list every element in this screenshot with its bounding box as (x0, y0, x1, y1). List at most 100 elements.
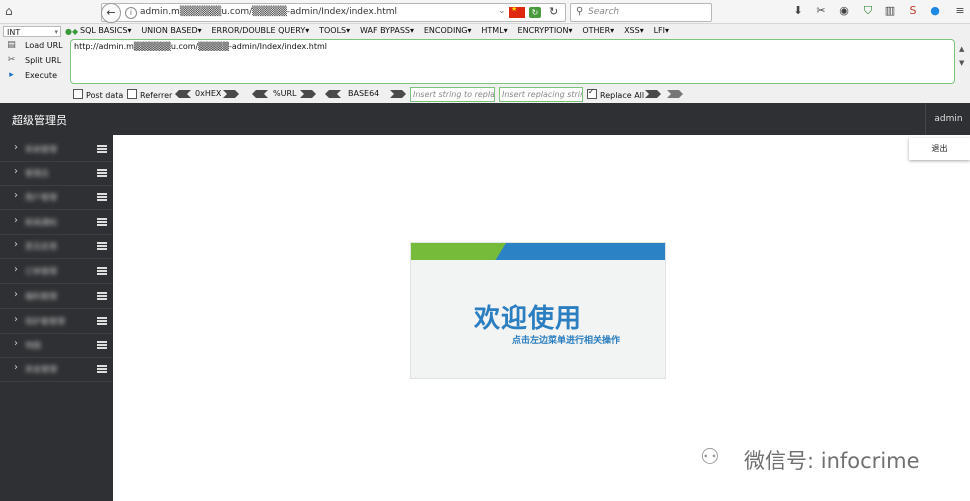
replace-input[interactable]: Insert string to replace (410, 87, 495, 102)
load-url-button[interactable]: ▤ Load URL (4, 39, 66, 54)
user-menu[interactable]: admin (925, 103, 970, 135)
replace-all-option[interactable]: Replace All (587, 87, 644, 100)
home-icon[interactable]: ⌂ (5, 4, 19, 18)
sidebar-item[interactable]: › 福利管理 (0, 284, 113, 309)
replace-all-checkbox[interactable] (587, 87, 597, 99)
list-icon (97, 218, 107, 226)
split-url-button[interactable]: ✂ Split URL (4, 54, 66, 69)
account-icon[interactable]: ● (929, 5, 941, 17)
arrow-up-icon[interactable]: ▲ (959, 42, 969, 56)
split-icon: ✂ (7, 55, 16, 65)
china-flag-icon (509, 5, 525, 18)
search-placeholder[interactable]: Search (588, 7, 619, 17)
chevron-right-icon: › (14, 338, 18, 349)
welcome-title: 欢迎使用 (474, 304, 583, 334)
replace-back-arrow-icon[interactable] (667, 90, 683, 98)
sidebar-item[interactable]: › 地图 (0, 333, 113, 358)
hackbar-options: Post data Referrer 0xHEX %URL BASE64 Ins… (71, 87, 970, 102)
sidebar-item[interactable]: › 订单管理 (0, 259, 113, 284)
sidebar-item[interactable]: › 资金管理 (0, 357, 113, 382)
navigation-toolbar: ⌂ ← i admin.m▒▒▒▒▒▒u.com/▒▒▒▒▒-admin/Ind… (0, 0, 970, 24)
url-textarea[interactable]: http://admin.m▒▒▒▒▒▒u.com/▒▒▒▒▒-admin/In… (70, 39, 955, 84)
list-icon (97, 193, 107, 201)
menu-xss[interactable]: XSS▾ (624, 26, 644, 35)
url-decode-arrow-icon[interactable] (252, 90, 268, 98)
mask-icon[interactable]: ◉ (838, 5, 850, 17)
menu-union-based[interactable]: UNION BASED▾ (141, 26, 201, 35)
s-extension-icon[interactable]: S (907, 5, 919, 17)
url-encode-arrow-icon[interactable] (300, 90, 316, 98)
sidebar-item[interactable]: › 意见反馈 (0, 234, 113, 259)
hex-label: 0xHEX (195, 89, 222, 98)
list-icon (97, 292, 107, 300)
chevron-right-icon: › (14, 190, 18, 201)
replace-arrow-icon[interactable] (645, 90, 661, 98)
sidebar-item[interactable]: › 用户管理 (0, 185, 113, 210)
logout-button[interactable]: 退出 (909, 138, 970, 160)
url-dropdown-icon[interactable]: ⌄ (498, 6, 506, 16)
hex-decode-arrow-icon[interactable] (175, 90, 191, 98)
shield-icon[interactable]: ⛉ (862, 5, 874, 17)
sidebar-item-label: 用户管理 (25, 193, 57, 202)
menu-other[interactable]: OTHER▾ (582, 26, 614, 35)
hackbar-panel: INT ▾ ●◆ SQL BASICS▾ UNION BASED▾ ERROR/… (0, 24, 970, 103)
menu-error-double-query[interactable]: ERROR/DOUBLE QUERY▾ (212, 26, 310, 35)
sidebar-item-label: 管理员 (25, 169, 49, 178)
watermark: ⚇ 微信号: infocrime (700, 443, 950, 473)
play-icon: ▸ (9, 70, 14, 80)
extension-icon[interactable]: ↻ (529, 7, 541, 18)
browser-chrome: ⌂ ← i admin.m▒▒▒▒▒▒u.com/▒▒▒▒▒-admin/Ind… (0, 0, 970, 104)
menu-waf-bypass[interactable]: WAF BYPASS▾ (360, 26, 414, 35)
execute-button[interactable]: ▸ Execute (4, 69, 66, 84)
chevron-right-icon: › (14, 362, 18, 373)
menu-encryption[interactable]: ENCRYPTION▾ (518, 26, 573, 35)
sidebar-item[interactable]: › 新闻通知 (0, 210, 113, 235)
referrer-option[interactable]: Referrer (127, 89, 172, 100)
hex-encode-arrow-icon[interactable] (223, 90, 239, 98)
search-icon: ⚲ (576, 6, 584, 17)
chevron-right-icon: › (14, 264, 18, 275)
menu-encoding[interactable]: ENCODING▾ (424, 26, 472, 35)
sidebar-item[interactable]: › 系统管理 (0, 137, 113, 162)
replacing-input[interactable]: Insert replacing string (499, 87, 583, 102)
base64-encode-arrow-icon[interactable] (390, 90, 406, 98)
sidebar-item[interactable]: › 保护套管理 (0, 309, 113, 334)
site-info-icon[interactable]: i (125, 7, 137, 19)
arrow-down-icon[interactable]: ▼ (959, 56, 969, 70)
banner-stripe (411, 243, 665, 260)
sidebar-item-label: 资金管理 (25, 365, 57, 374)
menu-tools[interactable]: TOOLS▾ (319, 26, 350, 35)
green-dots-icon: ●◆ (65, 27, 79, 36)
sidebar-item-label: 保护套管理 (25, 317, 65, 326)
int-select[interactable]: INT ▾ (3, 26, 61, 37)
search-box[interactable]: ⚲ Search (570, 3, 712, 22)
watermark-text: 微信号: infocrime (744, 449, 920, 473)
welcome-subtitle: 点击左边菜单进行相关操作 (512, 336, 621, 346)
sidebar-item-label: 意见反馈 (25, 242, 57, 251)
download-icon[interactable]: ⬇ (792, 5, 804, 17)
chevron-right-icon: › (14, 314, 18, 325)
back-arrow-icon[interactable]: ← (101, 3, 121, 23)
screenshot-icon[interactable]: ✂ (815, 5, 827, 17)
post-data-label: Post data (86, 91, 124, 100)
sidebar-item-label: 新闻通知 (25, 218, 57, 227)
post-data-checkbox[interactable] (73, 89, 83, 99)
post-data-option[interactable]: Post data (73, 89, 123, 100)
menu-html[interactable]: HTML▾ (481, 26, 507, 35)
base64-label: BASE64 (348, 89, 380, 98)
menu-sql-basics[interactable]: SQL BASICS▾ (80, 26, 131, 35)
reload-icon[interactable]: ↻ (549, 5, 558, 18)
base64-decode-arrow-icon[interactable] (325, 90, 341, 98)
address-bar[interactable]: ← i admin.m▒▒▒▒▒▒u.com/▒▒▒▒▒-admin/Index… (101, 3, 566, 23)
int-select-value: INT (7, 28, 21, 37)
referrer-checkbox[interactable] (127, 89, 137, 99)
sidebar-icon[interactable]: ▥ (884, 5, 896, 17)
url-textarea-value[interactable]: http://admin.m▒▒▒▒▒▒u.com/▒▒▒▒▒-admin/In… (74, 42, 327, 51)
sidebar: › 系统管理 › 管理员 › 用户管理 › 新闻通知 › 意见反馈 › 订单管理… (0, 135, 113, 501)
menu-icon[interactable]: ≡ (954, 5, 966, 17)
menu-lfi[interactable]: LFI▾ (654, 26, 669, 35)
chevron-right-icon: › (14, 289, 18, 300)
list-icon (97, 242, 107, 250)
sidebar-item[interactable]: › 管理员 (0, 161, 113, 186)
address-url[interactable]: admin.m▒▒▒▒▒▒u.com/▒▒▒▒▒-admin/Index/ind… (140, 7, 397, 17)
